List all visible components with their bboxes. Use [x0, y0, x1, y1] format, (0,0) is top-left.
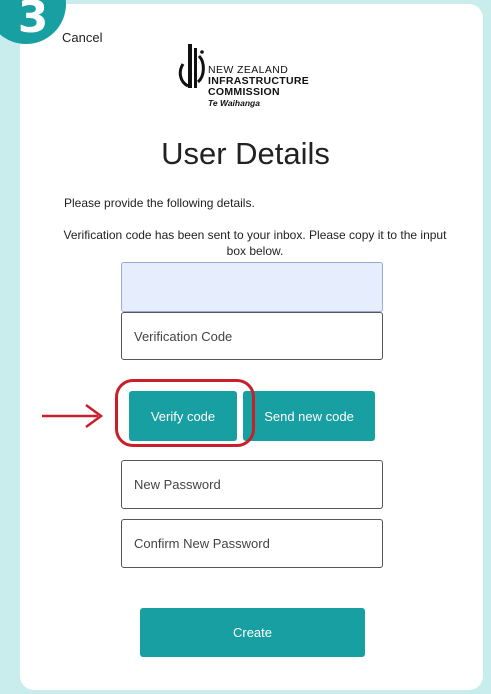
highlight-annotation	[115, 379, 255, 447]
new-password-input[interactable]	[121, 460, 383, 509]
arrow-right-icon	[42, 403, 104, 429]
confirm-password-input[interactable]	[121, 519, 383, 568]
verification-message: Verification code has been sent to your …	[63, 228, 447, 258]
send-new-code-button[interactable]: Send new code	[243, 391, 375, 441]
verification-code-input[interactable]	[121, 312, 383, 360]
logo-text-line3: COMMISSION	[208, 86, 280, 98]
commission-logo: NEW ZEALAND INFRASTRUCTURE COMMISSION Te…	[178, 42, 338, 118]
create-button[interactable]: Create	[140, 608, 365, 657]
logo-mark-icon	[178, 44, 205, 88]
page: 3 Cancel NEW ZEALAND INFRASTRUCTURE COMM…	[0, 0, 491, 694]
page-title: User Details	[161, 136, 330, 171]
email-field[interactable]	[121, 262, 383, 312]
cancel-link[interactable]: Cancel	[62, 30, 102, 45]
intro-text: Please provide the following details.	[64, 196, 255, 210]
logo-text-line4: Te Waihanga	[208, 98, 260, 108]
